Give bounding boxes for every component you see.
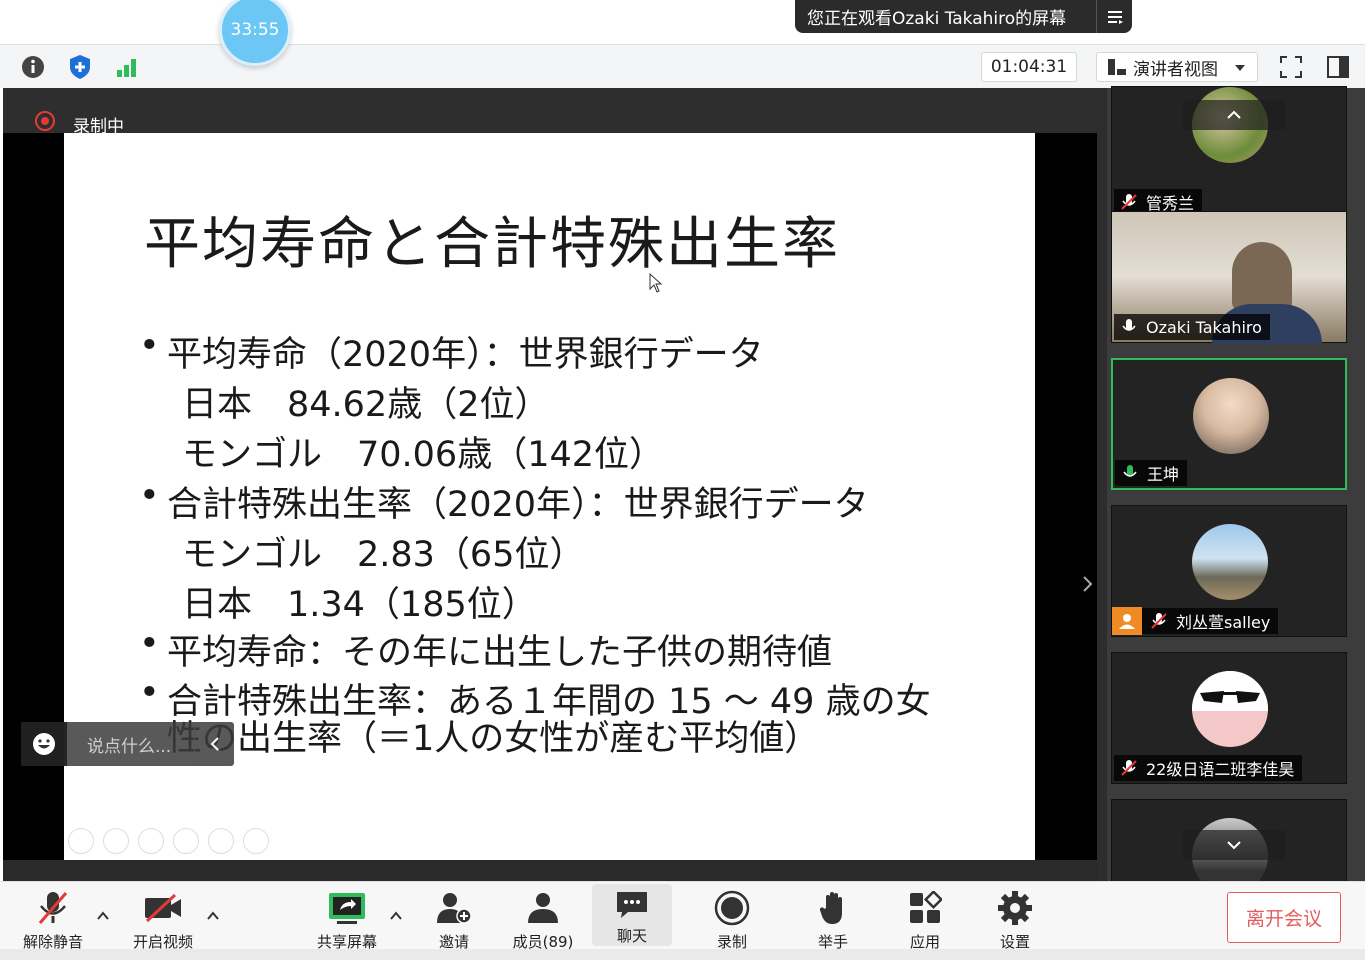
add-user-icon [432, 888, 476, 928]
view-layout-icon [1108, 59, 1126, 75]
meeting-controls-bar: 解除静音 开启视频 共享屏幕 邀请 成员(89) 聊天 录制 举手 应用 设置 … [0, 881, 1365, 952]
slide-zoom-icon[interactable] [208, 828, 234, 854]
settings-button[interactable]: 设置 [975, 888, 1055, 952]
avatar [1192, 671, 1268, 747]
participant-name-tag: Ozaki Takahiro [1114, 314, 1270, 340]
mic-speaking-icon [1121, 463, 1139, 483]
view-mode-label: 演讲者视图 [1133, 59, 1218, 80]
fullscreen-icon[interactable] [1277, 53, 1305, 81]
slide-nav-controls [68, 828, 269, 854]
mic-muted-icon [31, 888, 75, 928]
participant-tile[interactable]: Ozaki Takahiro [1111, 211, 1347, 344]
share-screen-icon [325, 888, 369, 928]
gallery-scroll-down[interactable] [1183, 830, 1285, 860]
slide-subline: モンゴル 70.06歳（142位） [182, 435, 665, 475]
share-options-chevron-icon[interactable] [390, 910, 402, 922]
participant-name-tag: 王坤 [1115, 460, 1188, 486]
leave-meeting-button[interactable]: 离开会议 [1227, 892, 1341, 943]
participant-name: 王坤 [1147, 465, 1180, 484]
chat-placeholder: 说点什么... [87, 736, 172, 757]
mic-muted-icon [1120, 758, 1138, 778]
slide-subline: モンゴル 2.83（65位） [182, 535, 585, 575]
chevron-down-icon [1235, 65, 1245, 71]
invite-button[interactable]: 邀请 [414, 888, 494, 952]
video-options-chevron-icon[interactable] [207, 910, 219, 922]
participant-video [1232, 242, 1292, 312]
recording-strip: 录制中 [3, 88, 1097, 137]
chevron-right-icon[interactable] [1081, 574, 1095, 594]
slide-more-icon[interactable] [243, 828, 269, 854]
slide-subline: 日本 84.62歳（2位） [182, 385, 550, 425]
info-icon[interactable] [19, 53, 47, 81]
slide-pen-icon[interactable] [138, 828, 164, 854]
chat-icon [610, 888, 654, 922]
stage-bottom-strip [3, 860, 1097, 881]
gallery-scroll-up[interactable] [1183, 100, 1285, 130]
share-screen-button[interactable]: 共享屏幕 [307, 888, 387, 952]
gallery-divider[interactable] [1097, 88, 1107, 881]
raise-hand-icon [811, 888, 855, 928]
mic-muted-icon [1150, 611, 1168, 631]
participant-name: 22级日语二班李佳昊 [1146, 760, 1295, 779]
chat-button[interactable]: 聊天 [592, 884, 672, 946]
slide-title: 平均寿命と合計特殊出生率 [144, 212, 840, 277]
slide-subline: 性の出生率（＝1人の女性が産む平均値） [167, 719, 820, 759]
slide-subline: 日本 1.34（185位） [182, 585, 537, 625]
participant-tile[interactable]: 22级日语二班李佳昊 [1111, 652, 1347, 784]
slide-bullet: 平均寿命（2020年）：世界銀行データ [139, 326, 764, 377]
members-icon [521, 888, 565, 928]
emoji-icon[interactable] [21, 722, 67, 766]
chevron-up-icon [1227, 110, 1241, 119]
slide-prev-icon[interactable] [68, 828, 94, 854]
members-button[interactable]: 成员(89) [503, 888, 583, 952]
participant-name: 刘丛萱salley [1176, 613, 1271, 632]
participant-name-tag: 刘丛萱salley [1112, 607, 1279, 635]
slide-next-icon[interactable] [103, 828, 129, 854]
video-off-icon [141, 888, 185, 928]
unmute-button[interactable]: 解除静音 [13, 888, 93, 952]
participant-gallery: 管秀兰 Ozaki Takahiro 王坤 刘丛萱salley 22级日语二班李… [1097, 86, 1365, 894]
screen-share-banner: 您正在观看Ozaki Takahiro的屏幕 [795, 0, 1132, 33]
mute-options-chevron-icon[interactable] [97, 910, 109, 922]
avatar [1192, 524, 1268, 600]
chevron-down-icon [1227, 841, 1241, 850]
mouse-cursor-icon [649, 273, 663, 293]
share-banner-text: 您正在观看Ozaki Takahiro的屏幕 [807, 9, 1067, 29]
start-video-button[interactable]: 开启视频 [123, 888, 203, 952]
apps-icon [903, 888, 947, 928]
shield-icon[interactable] [66, 53, 94, 81]
slide-bullet: 平均寿命：その年に出生した子供の期待値 [139, 624, 832, 675]
participant-name: Ozaki Takahiro [1146, 317, 1262, 337]
record-icon [710, 888, 754, 928]
list-menu-icon[interactable] [1096, 0, 1132, 33]
record-button[interactable]: 录制 [692, 888, 772, 952]
meeting-duration: 01:04:31 [981, 52, 1077, 82]
apps-button[interactable]: 应用 [885, 888, 965, 952]
raise-hand-button[interactable]: 举手 [793, 888, 873, 952]
sidebar-toggle-icon[interactable] [1324, 53, 1352, 81]
signal-icon[interactable] [113, 53, 141, 81]
chevron-left-icon[interactable] [194, 722, 234, 766]
top-toolbar: 01:04:31 演讲者视图 [0, 44, 1365, 88]
chat-label: 聊天 [616, 927, 647, 945]
host-badge-icon [1112, 607, 1142, 635]
participant-tile[interactable]: 刘丛萱salley [1111, 505, 1347, 637]
system-status-strip [0, 949, 1365, 960]
recording-dot-icon [35, 111, 55, 131]
mic-muted-icon [1120, 192, 1138, 212]
participant-name-tag: 22级日语二班李佳昊 [1114, 755, 1303, 781]
mic-icon [1120, 317, 1138, 337]
meeting-duration-text: 01:04:31 [990, 57, 1068, 77]
view-mode-dropdown[interactable]: 演讲者视图 [1096, 52, 1258, 82]
slide-bullet: 合計特殊出生率（2020年）：世界銀行データ [139, 476, 869, 527]
gear-icon [993, 888, 1037, 928]
avatar [1193, 378, 1269, 454]
participant-tile-active[interactable]: 王坤 [1111, 358, 1347, 490]
meeting-window: 33:55 您正在观看Ozaki Takahiro的屏幕 01:04:31 演讲… [0, 0, 1365, 960]
floating-chat-input[interactable]: 说点什么... [21, 722, 234, 766]
slide-grid-icon[interactable] [173, 828, 199, 854]
timer-text: 33:55 [230, 20, 280, 40]
